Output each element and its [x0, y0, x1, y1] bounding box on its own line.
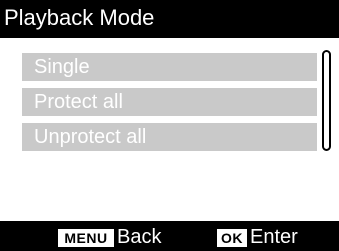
- menu-item-label: Unprotect all: [34, 126, 147, 148]
- menu-key-badge[interactable]: MENU: [58, 229, 114, 247]
- playback-mode-screen: Playback Mode Single Protect all Unprote…: [0, 0, 339, 251]
- page-title: Playback Mode: [4, 5, 155, 30]
- menu-item-label: Single: [34, 56, 90, 78]
- menu-item-single[interactable]: Single: [22, 53, 317, 81]
- enter-label: Enter: [250, 226, 298, 248]
- menu-item-label: Protect all: [34, 91, 123, 113]
- back-label: Back: [117, 226, 162, 248]
- menu-item-unprotect-all[interactable]: Unprotect all: [22, 123, 317, 151]
- scrollbar[interactable]: [322, 50, 331, 151]
- footer-bar: MENU Back OK Enter: [0, 221, 339, 251]
- ok-key-badge[interactable]: OK: [217, 229, 247, 247]
- title-bar: Playback Mode: [0, 0, 339, 38]
- menu-item-protect-all[interactable]: Protect all: [22, 88, 317, 116]
